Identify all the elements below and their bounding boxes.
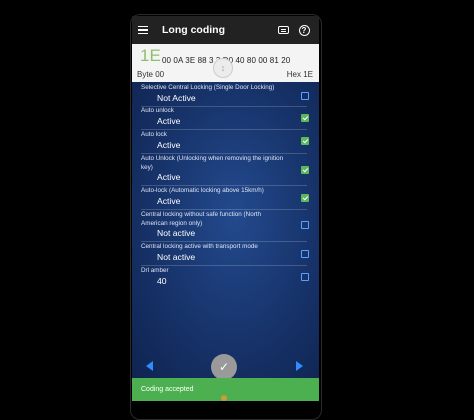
option-label: Auto Unlock (Unlocking when removing the… — [141, 155, 284, 171]
option-value: Active — [157, 195, 181, 206]
page-title: Long coding — [162, 24, 225, 36]
option-label: Auto lock — [141, 131, 167, 138]
option-checkbox[interactable] — [301, 273, 309, 281]
option-row[interactable]: Central locking active with transport mo… — [141, 243, 309, 266]
option-value: Active — [157, 172, 181, 182]
options-list: Selective Central Locking (Single Door L… — [132, 82, 319, 378]
option-checkbox[interactable] — [301, 114, 309, 122]
option-checkbox[interactable] — [301, 250, 309, 258]
selected-byte-value: 1E — [140, 46, 161, 65]
option-row[interactable]: Drl amber 40 — [141, 267, 309, 289]
help-button[interactable]: ? — [298, 24, 310, 36]
option-row[interactable]: Selective Central Locking (Single Door L… — [141, 84, 309, 107]
option-row[interactable]: Auto-lock (Automatic locking above 15km/… — [141, 187, 309, 210]
option-checkbox[interactable] — [301, 92, 309, 100]
app-bar: Long coding ? — [132, 16, 319, 44]
next-byte-arrow-icon[interactable] — [296, 361, 303, 371]
option-row[interactable]: Auto unlock Active — [141, 107, 309, 130]
previous-byte-arrow-icon[interactable] — [146, 361, 153, 371]
help-icon: ? — [298, 24, 310, 36]
hex-panel: 1E 00 0A 3E 88 3 3 D0 40 80 00 81 20 ↕ B… — [132, 44, 319, 82]
option-label: Auto unlock — [141, 107, 174, 114]
option-row[interactable]: Auto Unlock (Unlocking when removing the… — [141, 155, 309, 186]
option-checkbox[interactable] — [301, 194, 309, 202]
accept-coding-button[interactable]: ✓ — [211, 354, 237, 380]
snackbar-message: Coding accepted — [141, 386, 194, 393]
option-label: Central locking active with transport mo… — [141, 243, 258, 250]
option-label: Central locking without safe function (N… — [141, 211, 262, 227]
keyboard-icon — [277, 26, 289, 34]
option-value: Not Active — [157, 92, 196, 103]
option-value: Not active — [157, 251, 196, 262]
option-checkbox[interactable] — [301, 221, 309, 229]
option-value: Active — [157, 115, 181, 126]
hex-value-label: Hex 1E — [286, 70, 313, 79]
keyboard-button[interactable] — [277, 24, 289, 36]
option-label: Auto-lock (Automatic locking above 15km/… — [141, 187, 264, 194]
option-row[interactable]: Auto lock Active — [141, 131, 309, 154]
byte-index-label: Byte 00 — [137, 70, 165, 79]
option-value: Active — [157, 139, 181, 150]
option-value: Not active — [157, 228, 196, 238]
option-value: 40 — [157, 275, 167, 286]
option-checkbox[interactable] — [301, 166, 309, 174]
hamburger-menu-icon[interactable] — [138, 25, 148, 35]
option-checkbox[interactable] — [301, 137, 309, 145]
indicator-dot — [221, 395, 227, 401]
option-row[interactable]: Central locking without safe function (N… — [141, 211, 309, 242]
option-label: Drl amber — [141, 267, 169, 274]
byte-toggle-button[interactable]: ↕ — [213, 58, 233, 78]
option-label: Selective Central Locking (Single Door L… — [141, 84, 275, 91]
